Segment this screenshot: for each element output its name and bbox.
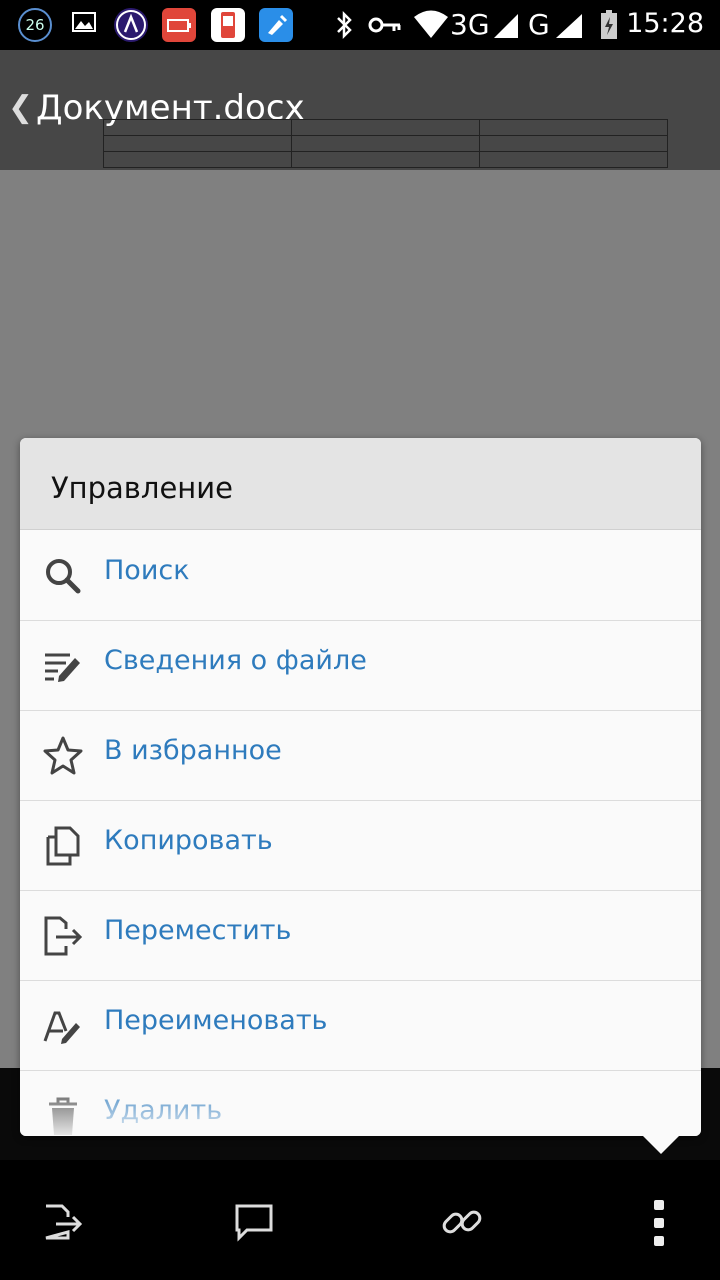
signal2-icon — [554, 8, 584, 42]
search-icon — [42, 555, 84, 597]
notification-count-icon: 26 — [18, 8, 52, 42]
signal-icon — [492, 8, 520, 42]
more-vert-icon[interactable] — [640, 1200, 680, 1246]
document-table-preview — [103, 119, 668, 168]
battery-percent-icon — [211, 8, 245, 42]
menu-item-copy[interactable]: Копировать — [20, 800, 701, 891]
network-type-label: 3G — [450, 8, 490, 41]
menu-item-rename[interactable]: Переименовать — [20, 980, 701, 1071]
menu-item-label: Копировать — [104, 825, 273, 856]
trash-icon — [42, 1095, 84, 1136]
manage-menu-popup: Управление Поиск Сведения о файле В избр… — [20, 438, 701, 1136]
menu-item-favorite[interactable]: В избранное — [20, 710, 701, 801]
star-icon — [42, 735, 84, 777]
cleaner-icon — [259, 8, 293, 42]
menu-title: Управление — [51, 471, 233, 505]
a-app-icon — [114, 8, 148, 42]
vpn-key-icon — [366, 8, 406, 42]
menu-item-label: Поиск — [104, 555, 190, 586]
menu-header: Управление — [20, 438, 701, 530]
status-bar: 26 3G G 15:28 — [0, 0, 720, 50]
menu-item-file-info[interactable]: Сведения о файле — [20, 620, 701, 711]
copy-icon — [42, 825, 84, 867]
file-info-icon — [42, 645, 84, 687]
wifi-icon — [412, 8, 450, 42]
image-icon — [70, 8, 104, 42]
rename-icon — [42, 1005, 84, 1047]
menu-item-label: Удалить — [104, 1095, 223, 1126]
link-icon[interactable] — [440, 1200, 484, 1244]
popup-pointer — [643, 1136, 679, 1154]
bluetooth-icon — [332, 8, 366, 42]
comment-icon[interactable] — [232, 1200, 276, 1244]
menu-item-label: В избранное — [104, 735, 282, 766]
menu-item-delete[interactable]: Удалить — [20, 1070, 701, 1136]
share-icon[interactable] — [40, 1200, 84, 1244]
clock: 15:28 — [626, 8, 704, 39]
menu-item-search[interactable]: Поиск — [20, 530, 701, 621]
menu-item-label: Переименовать — [104, 1005, 328, 1036]
battery-app-icon — [162, 8, 196, 42]
back-chevron-icon[interactable]: ❮ — [8, 90, 33, 125]
network-type-2-label: G — [528, 8, 550, 41]
battery-charging-icon — [598, 8, 620, 42]
menu-item-label: Переместить — [104, 915, 292, 946]
menu-item-label: Сведения о файле — [104, 645, 367, 676]
bottom-toolbar — [0, 1160, 720, 1280]
move-icon — [42, 915, 84, 957]
menu-item-move[interactable]: Переместить — [20, 890, 701, 981]
app-header: ❮ Документ.docx — [0, 50, 720, 170]
